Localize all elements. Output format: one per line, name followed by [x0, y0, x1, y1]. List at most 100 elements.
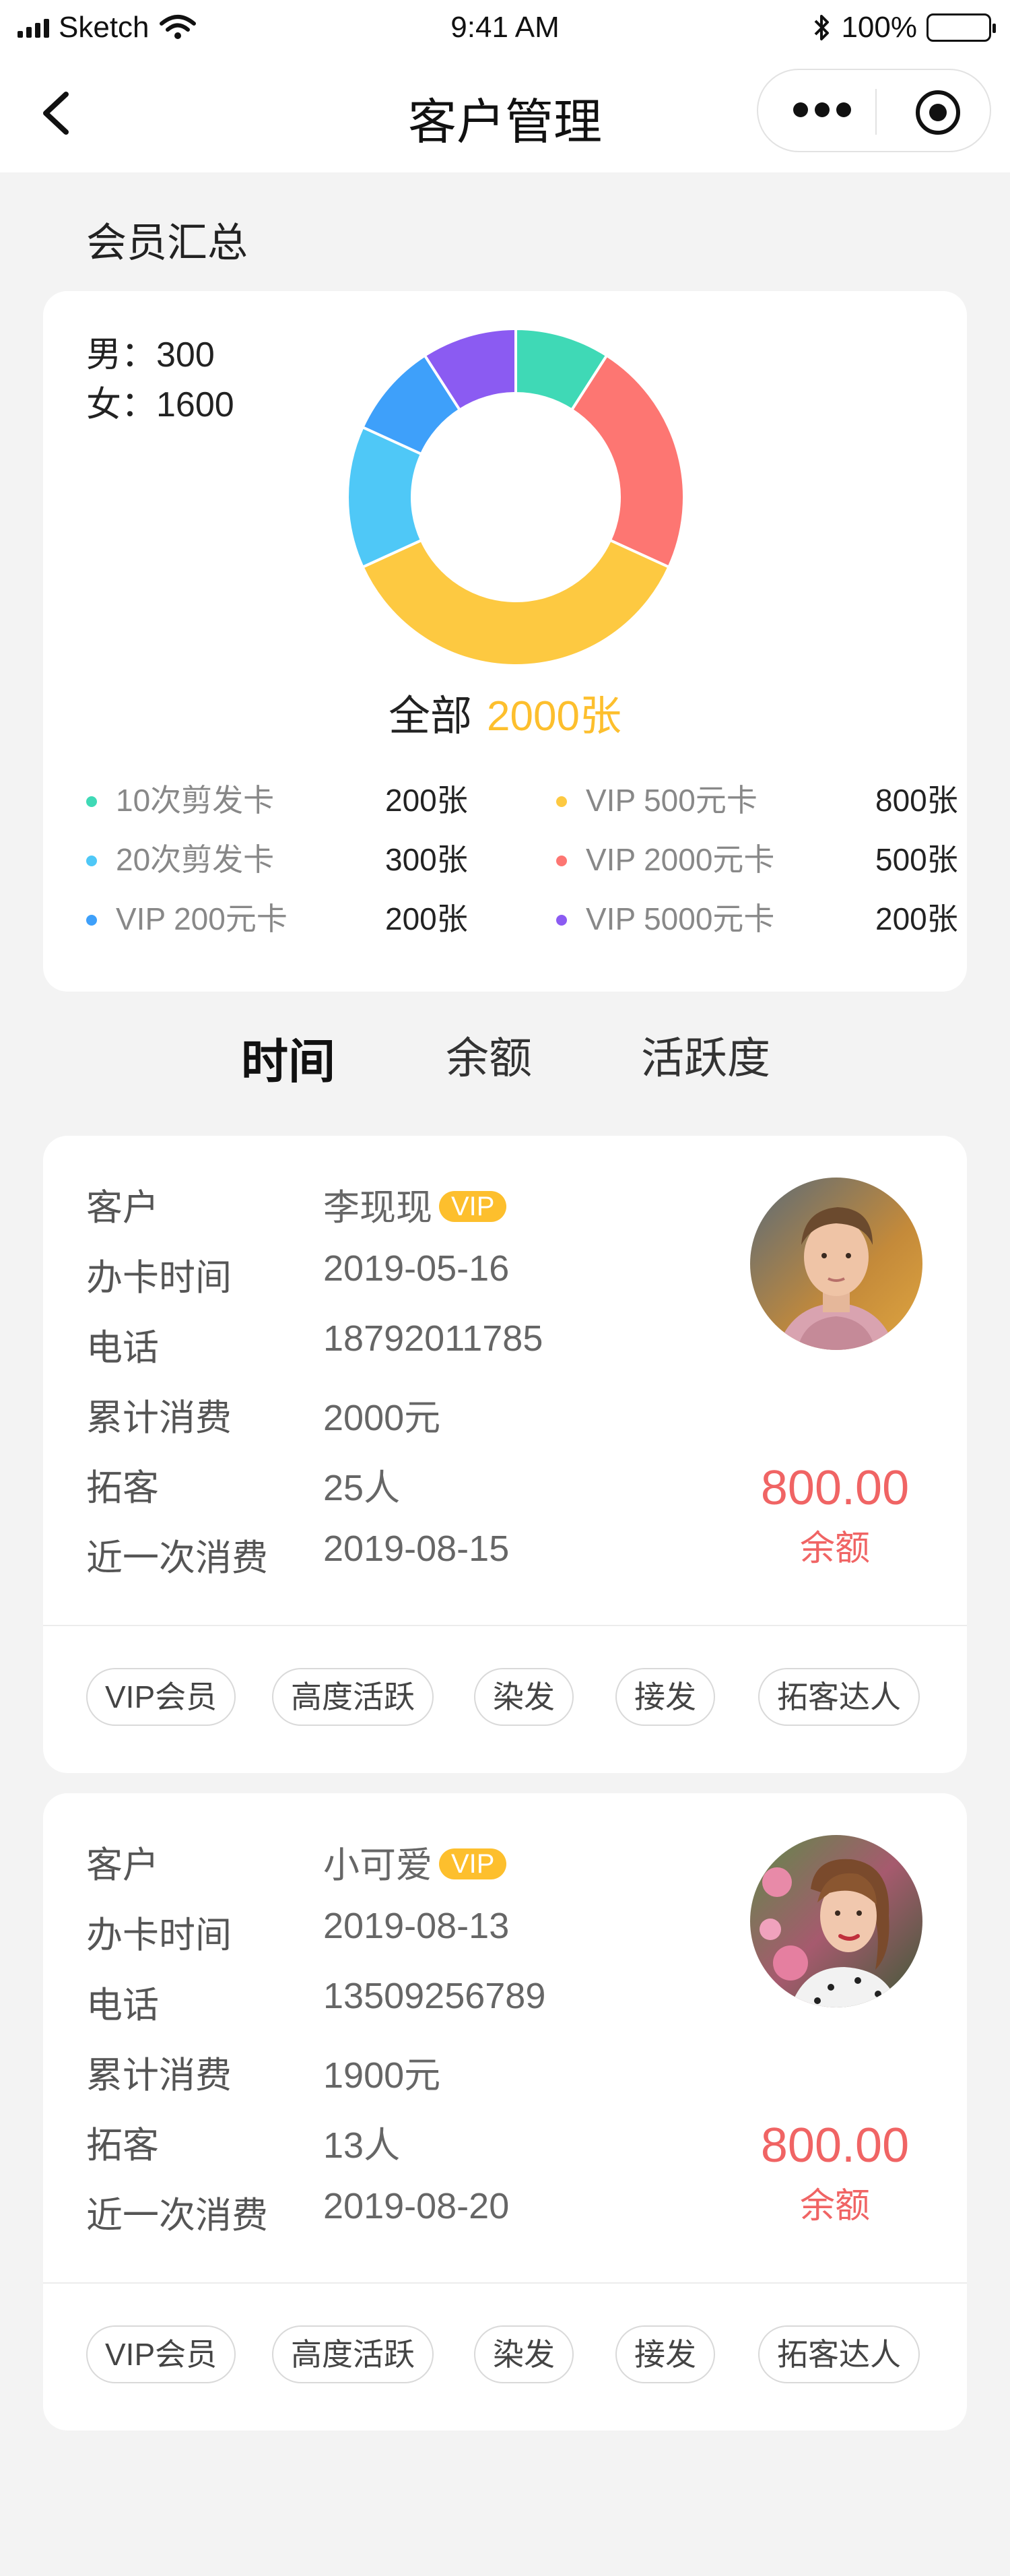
balance-label: 余额: [799, 1529, 870, 1568]
donut-slice: [360, 538, 671, 667]
legend-dot: [86, 915, 97, 926]
legend-count: 800张: [875, 783, 958, 818]
tab-time[interactable]: 时间: [241, 1024, 335, 1099]
legend-dot: [556, 856, 567, 866]
legend-name: 10次剪发卡: [116, 783, 275, 818]
legend-name: VIP 500元卡: [586, 783, 758, 818]
legend-name: VIP 200元卡: [116, 901, 288, 936]
navigation-bar: Sketch 9:41 AM 100% 客户管理: [0, 0, 1010, 172]
referrals-value: 25人: [323, 1468, 401, 1508]
balance-amount: 800.00: [760, 1461, 910, 1515]
summary-card: 男：300 女：1600 全部 2000张 10次剪发卡 200张 20次剪发卡 …: [43, 291, 967, 992]
tag-chip[interactable]: 高度活跃: [272, 2325, 434, 2383]
legend-name: VIP 5000元卡: [586, 901, 775, 936]
legend-item: VIP 5000元卡 200张: [556, 895, 987, 954]
legend-name: 20次剪发卡: [116, 842, 275, 877]
sort-tabs: 时间 余额 活跃度: [0, 1024, 1010, 1099]
target-icon[interactable]: [916, 90, 960, 135]
tab-active-indicator: [241, 1088, 335, 1099]
field-referrals-label: 拓客: [86, 2125, 159, 2166]
tag-chip[interactable]: 接发: [615, 1668, 715, 1726]
tag-chip[interactable]: VIP会员: [86, 1668, 236, 1726]
legend-name: VIP 2000元卡: [586, 842, 775, 877]
field-phone-label: 电话: [86, 1985, 159, 2026]
legend-dot: [86, 796, 97, 807]
field-card-date-label: 办卡时间: [86, 1915, 232, 1956]
tag-chip[interactable]: 拓客达人: [758, 1668, 920, 1726]
customer-card[interactable]: 客户 李现现 VIP 办卡时间 2019-05-16 电话 18792011785…: [43, 1136, 967, 1773]
legend-item: 10次剪发卡 200张: [86, 776, 517, 835]
referrals-value: 13人: [323, 2125, 401, 2166]
section-title: 会员汇总: [86, 220, 248, 265]
male-count: 男：300: [86, 335, 215, 375]
total-label: 全部: [389, 693, 473, 740]
legend-count: 500张: [875, 842, 958, 877]
tab-activity[interactable]: 活跃度: [641, 1024, 770, 1086]
tag-chip[interactable]: 高度活跃: [272, 1668, 434, 1726]
avatar[interactable]: [750, 1178, 922, 1350]
total-spent-value: 1900元: [323, 2055, 441, 2096]
legend-dot: [556, 796, 567, 807]
legend-count: 200张: [875, 901, 958, 936]
tab-activity-label: 活跃度: [641, 1034, 770, 1083]
card-date-value: 2019-08-13: [323, 1906, 510, 1946]
customer-name-text: 李现现: [323, 1188, 432, 1228]
card-divider: [43, 2282, 967, 2284]
phone-value[interactable]: 13509256789: [323, 1975, 545, 2017]
status-bar: Sketch 9:41 AM 100%: [0, 0, 1010, 59]
legend-item: VIP 500元卡 800张: [556, 776, 987, 835]
tag-chip[interactable]: VIP会员: [86, 2325, 236, 2383]
gender-stats: 男：300 女：1600: [86, 330, 234, 430]
legend-dot: [86, 856, 97, 866]
donut-slice: [570, 353, 685, 569]
customer-name: 李现现 VIP: [323, 1178, 507, 1231]
total-row: 全部 2000张: [43, 682, 967, 742]
tag-chip[interactable]: 接发: [615, 2325, 715, 2383]
tab-time-label: 时间: [241, 1035, 335, 1088]
legend-count: 200张: [385, 783, 468, 818]
field-referrals-label: 拓客: [86, 1468, 159, 1508]
card-divider: [43, 1625, 967, 1626]
last-purchase-value: 2019-08-20: [323, 2186, 510, 2226]
tag-list: VIP会员 高度活跃 染发 接发 拓客达人: [86, 1668, 928, 1726]
customer-name: 小可爱 VIP: [323, 1835, 507, 1888]
customer-card[interactable]: 客户 小可爱 VIP 办卡时间 2019-08-13 电话 13509256789…: [43, 1793, 967, 2430]
female-count: 女：1600: [86, 385, 234, 424]
legend-item: VIP 2000元卡 500张: [556, 835, 987, 895]
donut-chart: [346, 327, 685, 667]
field-total-spent-label: 累计消费: [86, 2055, 232, 2096]
tag-list: VIP会员 高度活跃 染发 接发 拓客达人: [86, 2325, 928, 2383]
legend-count: 300张: [385, 842, 468, 877]
balance-amount: 800.00: [760, 2119, 910, 2172]
field-last-purchase-label: 近一次消费: [86, 1538, 268, 1578]
battery-icon: [927, 13, 996, 42]
balance-label: 余额: [799, 2187, 870, 2226]
tab-balance[interactable]: 余额: [446, 1024, 532, 1086]
legend-right: VIP 500元卡 800张 VIP 2000元卡 500张 VIP 5000元…: [556, 776, 987, 954]
more-icon[interactable]: [793, 102, 851, 117]
status-right: 100%: [813, 11, 996, 44]
tag-chip[interactable]: 拓客达人: [758, 2325, 920, 2383]
tab-balance-label: 余额: [446, 1034, 532, 1083]
field-customer-label: 客户: [86, 1188, 159, 1228]
field-total-spent-label: 累计消费: [86, 1398, 232, 1438]
last-purchase-value: 2019-08-15: [323, 1528, 510, 1569]
legend-left: 10次剪发卡 200张 20次剪发卡 300张 VIP 200元卡 200张: [86, 776, 517, 954]
legend-dot: [556, 915, 567, 926]
phone-value[interactable]: 18792011785: [323, 1318, 543, 1359]
tag-chip[interactable]: 染发: [474, 2325, 574, 2383]
battery-percent: 100%: [841, 11, 917, 44]
field-card-date-label: 办卡时间: [86, 1258, 232, 1298]
bluetooth-icon: [815, 15, 830, 40]
card-date-value: 2019-05-16: [323, 1248, 510, 1289]
legend-item: VIP 200元卡 200张: [86, 895, 517, 954]
legend-item: 20次剪发卡 300张: [86, 835, 517, 895]
capsule-menu: [757, 69, 991, 152]
vip-badge: VIP: [439, 1190, 507, 1222]
field-last-purchase-label: 近一次消费: [86, 2195, 268, 2236]
avatar[interactable]: [750, 1835, 922, 2007]
tag-chip[interactable]: 染发: [474, 1668, 574, 1726]
field-phone-label: 电话: [86, 1328, 159, 1368]
field-customer-label: 客户: [86, 1845, 159, 1886]
vip-badge: VIP: [439, 1848, 507, 1879]
